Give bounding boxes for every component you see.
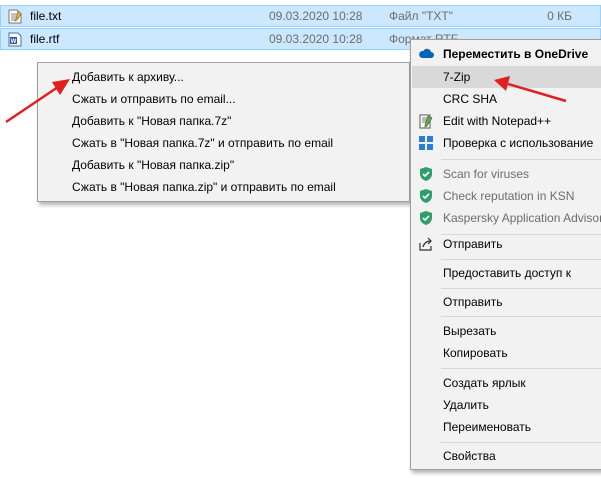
red-arrow-submenu (5, 79, 70, 124)
annotation-arrows (5, 76, 567, 124)
red-arrow-7zip (494, 76, 567, 103)
